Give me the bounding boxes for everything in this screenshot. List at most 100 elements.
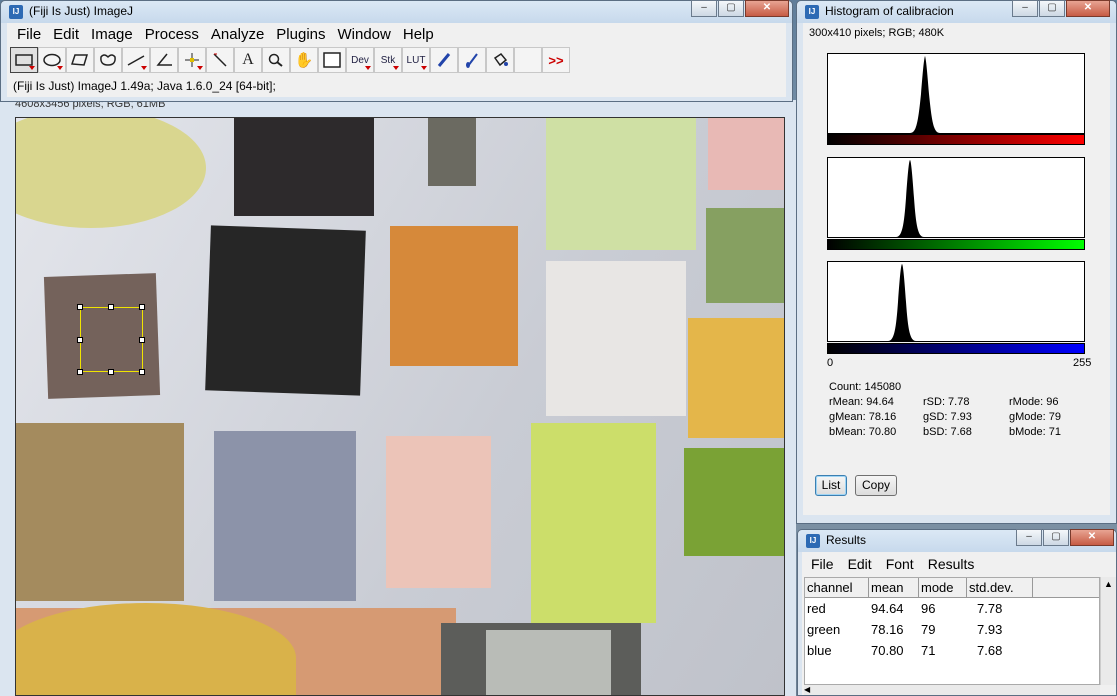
dev-tool[interactable]: Dev (346, 47, 374, 73)
pencil-tool[interactable] (430, 47, 458, 73)
rectangle-select-tool[interactable] (10, 47, 38, 73)
pencil-icon (437, 53, 451, 67)
table-row[interactable]: blue 70.80 71 7.68 (805, 640, 1099, 661)
histogram-window: IJ Histogram of calibracion – ▢ ✕ 300x41… (796, 0, 1117, 524)
results-vertical-scrollbar[interactable]: ▲ (1100, 577, 1116, 685)
results-menu-results[interactable]: Results (921, 556, 982, 572)
roi-handle[interactable] (108, 369, 114, 375)
angle-tool-icon (156, 53, 172, 66)
color-picker-tool[interactable] (318, 47, 346, 73)
roi-handle[interactable] (139, 304, 145, 310)
results-menu-edit[interactable]: Edit (841, 556, 879, 572)
pixel-count: Count: 145080 (829, 381, 902, 393)
maximize-button[interactable]: ▢ (1043, 529, 1069, 546)
imagej-status-bar: (Fiji Is Just) ImageJ 1.49a; Java 1.6.0_… (13, 79, 276, 93)
roi-handle[interactable] (77, 369, 83, 375)
magnifier-tool[interactable] (262, 47, 290, 73)
table-cell: blue (807, 643, 832, 658)
hand-tool[interactable]: ✋ (290, 47, 318, 73)
column-header[interactable]: channel (805, 578, 869, 597)
angle-tool[interactable] (150, 47, 178, 73)
blank-tool[interactable] (514, 47, 542, 73)
copy-button[interactable]: Copy (855, 475, 897, 496)
red-histogram-plot (827, 53, 1085, 134)
minimize-button[interactable]: – (691, 0, 717, 17)
brush-tool[interactable] (458, 47, 486, 73)
results-table-header: channel mean mode std.dev. (805, 578, 1099, 598)
close-button[interactable]: ✕ (1070, 529, 1114, 546)
close-button[interactable]: ✕ (745, 0, 789, 17)
table-row[interactable]: green 78.16 79 7.93 (805, 619, 1099, 640)
imagej-menubar: File Edit Image Process Analyze Plugins … (7, 23, 440, 45)
close-button[interactable]: ✕ (1066, 0, 1110, 17)
imagej-titlebar[interactable]: IJ (Fiji Is Just) ImageJ – ▢ ✕ (1, 0, 792, 23)
column-header[interactable]: mean (869, 578, 919, 597)
maximize-button[interactable]: ▢ (718, 0, 744, 17)
menu-process[interactable]: Process (139, 23, 205, 45)
list-button[interactable]: List (815, 475, 847, 496)
text-tool[interactable]: A (234, 47, 262, 73)
scroll-left-arrow-icon[interactable]: ◀ (804, 685, 816, 695)
flood-fill-tool[interactable] (486, 47, 514, 73)
menu-help[interactable]: Help (397, 23, 440, 45)
tool-dropdown-indicator (57, 66, 63, 70)
blue-sd: bSD: 7.68 (923, 426, 972, 438)
polygon-select-icon (71, 54, 89, 66)
line-tool-icon (127, 55, 145, 66)
blue-lut-bar (827, 343, 1085, 354)
results-horizontal-scrollbar[interactable]: ◀ (804, 685, 1100, 695)
tool-dropdown-indicator (141, 66, 147, 70)
minimize-button[interactable]: – (1016, 529, 1042, 546)
freehand-select-icon (100, 54, 116, 66)
wand-tool[interactable] (206, 47, 234, 73)
menu-file[interactable]: File (11, 23, 47, 45)
red-histogram-curve (828, 56, 1084, 133)
roi-handle[interactable] (108, 304, 114, 310)
results-table[interactable]: channel mean mode std.dev. red 94.64 96 … (804, 577, 1100, 685)
text-tool-icon: A (242, 51, 254, 68)
freehand-select-tool[interactable] (94, 47, 122, 73)
histogram-axis-min: 0 (827, 357, 834, 369)
roi-handle[interactable] (77, 304, 83, 310)
green-histogram-plot (827, 157, 1085, 238)
stk-tool[interactable]: Stk (374, 47, 402, 73)
menu-image[interactable]: Image (85, 23, 139, 45)
menu-edit[interactable]: Edit (47, 23, 85, 45)
column-header[interactable]: std.dev. (967, 578, 1033, 597)
rectangle-roi[interactable] (80, 307, 143, 372)
green-sd: gSD: 7.93 (923, 411, 972, 423)
results-menu-font[interactable]: Font (879, 556, 921, 572)
scroll-up-arrow-icon[interactable]: ▲ (1101, 577, 1116, 591)
lut-tool[interactable]: LUT (402, 47, 430, 73)
maximize-button[interactable]: ▢ (1039, 0, 1065, 17)
green-lut-bar (827, 239, 1085, 250)
table-row[interactable]: red 94.64 96 7.78 (805, 598, 1099, 619)
patch-green-dark (684, 448, 784, 556)
red-mode: rMode: 96 (1009, 396, 1059, 408)
green-mode: gMode: 79 (1009, 411, 1061, 423)
table-cell: 7.78 (977, 601, 1003, 616)
menu-analyze[interactable]: Analyze (205, 23, 270, 45)
patch-green-mid (706, 208, 784, 303)
menu-window[interactable]: Window (332, 23, 397, 45)
histogram-title: Histogram of calibracion (825, 4, 954, 18)
histogram-axis-max: 255 (1073, 357, 1092, 369)
results-titlebar[interactable]: IJ Results – ▢ ✕ (798, 529, 1116, 552)
image-canvas[interactable] (15, 117, 785, 696)
table-cell: 70.80 (871, 643, 904, 658)
line-tool[interactable] (122, 47, 150, 73)
roi-handle[interactable] (139, 337, 145, 343)
imagej-body: File Edit Image Process Analyze Plugins … (7, 23, 786, 97)
minimize-button[interactable]: – (1012, 0, 1038, 17)
patch-orange (390, 226, 518, 366)
more-tools-button[interactable]: >> (542, 47, 570, 73)
point-tool[interactable] (178, 47, 206, 73)
menu-plugins[interactable]: Plugins (270, 23, 331, 45)
oval-select-tool[interactable] (38, 47, 66, 73)
polygon-select-tool[interactable] (66, 47, 94, 73)
results-menu-file[interactable]: File (804, 556, 841, 572)
column-header[interactable]: mode (919, 578, 967, 597)
roi-handle[interactable] (77, 337, 83, 343)
roi-handle[interactable] (139, 369, 145, 375)
histogram-titlebar[interactable]: IJ Histogram of calibracion – ▢ ✕ (797, 0, 1116, 23)
